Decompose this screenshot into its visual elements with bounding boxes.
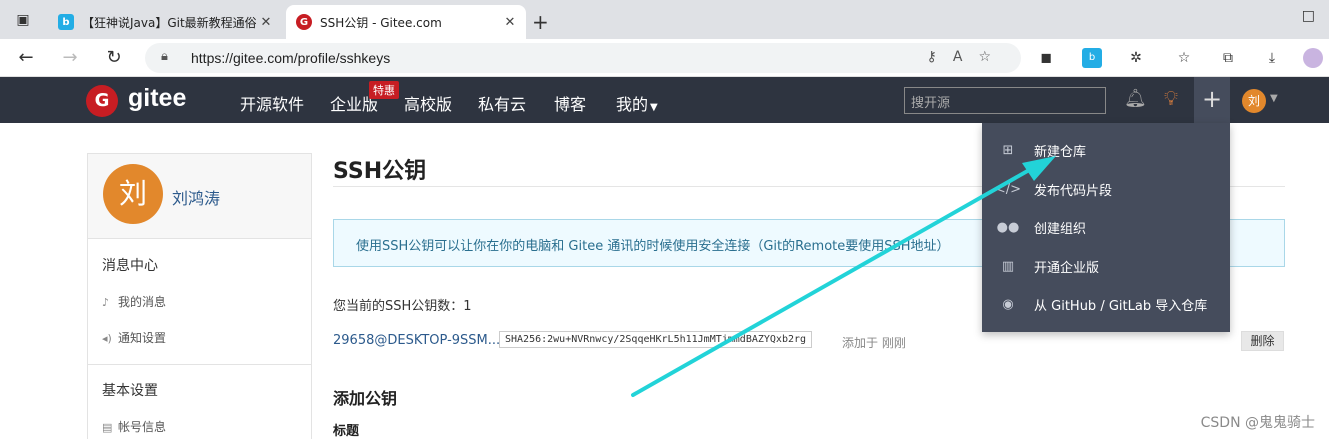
watermark: CSDN @鬼鬼骑士 [1200, 415, 1315, 431]
annotation-arrow [631, 156, 1056, 397]
